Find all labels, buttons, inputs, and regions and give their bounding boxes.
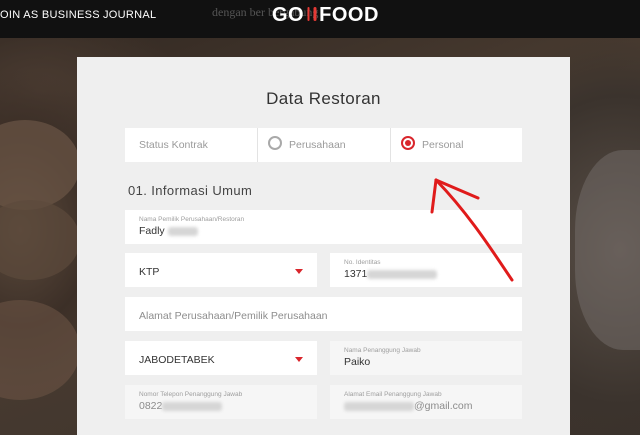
region-select[interactable]: JABODETABEK	[125, 341, 317, 375]
contract-status-group: Status Kontrak Perusahaan Personal	[125, 128, 522, 162]
page-title: Data Restoran	[266, 89, 381, 108]
id-type-select[interactable]: KTP	[125, 253, 317, 287]
section-title: 01. Informasi Umum	[128, 183, 253, 198]
pic-phone-field[interactable]: Nomor Telepon Penanggung Jawab 0822	[125, 385, 317, 419]
pic-phone-value: 0822	[139, 400, 223, 412]
bread-slice	[0, 200, 80, 280]
top-navbar: OIN AS BUSINESS JOURNAL dengan ber berga…	[0, 0, 640, 38]
id-number-value: 1371	[344, 268, 438, 280]
pic-email-label: Alamat Email Penanggung Jawab	[344, 391, 442, 398]
logo-text-food: FOOD	[319, 4, 379, 26]
pic-email-field[interactable]: Alamat Email Penanggung Jawab @gmail.com	[330, 385, 522, 419]
pic-phone-label: Nomor Telepon Penanggung Jawab	[139, 391, 243, 398]
owner-name-label: Nama Pemilik Perusahaan/Restoran	[139, 216, 245, 223]
radio-option-perusahaan[interactable]: Perusahaan	[258, 128, 391, 162]
chevron-down-icon	[295, 269, 303, 274]
restaurant-form-card: Data Restoran Status Kontrak Perusahaan …	[77, 57, 570, 435]
pic-name-label: Nama Penanggung Jawab	[344, 347, 421, 354]
radio-label-perusahaan: Perusahaan	[289, 139, 346, 151]
gofood-logo[interactable]: GO FOOD	[272, 4, 379, 27]
pic-email-value: @gmail.com	[344, 400, 473, 412]
address-field[interactable]: Alamat Perusahaan/Pemilik Perusahaan	[125, 297, 522, 331]
radio-circle-icon[interactable]	[268, 136, 282, 150]
contract-status-cell: Status Kontrak	[125, 128, 258, 162]
fork-knife-icon	[304, 6, 319, 26]
nav-join-business-link[interactable]: OIN AS BUSINESS	[0, 9, 100, 21]
radio-selected-icon[interactable]	[401, 136, 415, 150]
bread-slice	[0, 120, 80, 210]
radio-label-personal: Personal	[422, 139, 464, 151]
pic-name-value: Paiko	[344, 356, 371, 368]
plate	[575, 150, 640, 350]
logo-text-go: GO	[272, 4, 305, 26]
radio-option-personal[interactable]: Personal	[391, 128, 522, 162]
bread-slice	[0, 300, 80, 400]
id-number-label: No. Identitas	[344, 259, 381, 266]
contract-status-label: Status Kontrak	[139, 139, 208, 151]
owner-name-field[interactable]: Nama Pemilik Perusahaan/Restoran Fadly	[125, 210, 522, 244]
chevron-down-icon	[295, 357, 303, 362]
id-type-value: KTP	[139, 266, 160, 278]
nav-journal-link[interactable]: JOURNAL	[103, 9, 156, 21]
address-placeholder: Alamat Perusahaan/Pemilik Perusahaan	[139, 310, 328, 322]
id-number-field[interactable]: No. Identitas 1371	[330, 253, 522, 287]
pic-name-field[interactable]: Nama Penanggung Jawab Paiko	[330, 341, 522, 375]
region-value: JABODETABEK	[139, 354, 215, 366]
owner-name-value: Fadly	[139, 225, 198, 237]
